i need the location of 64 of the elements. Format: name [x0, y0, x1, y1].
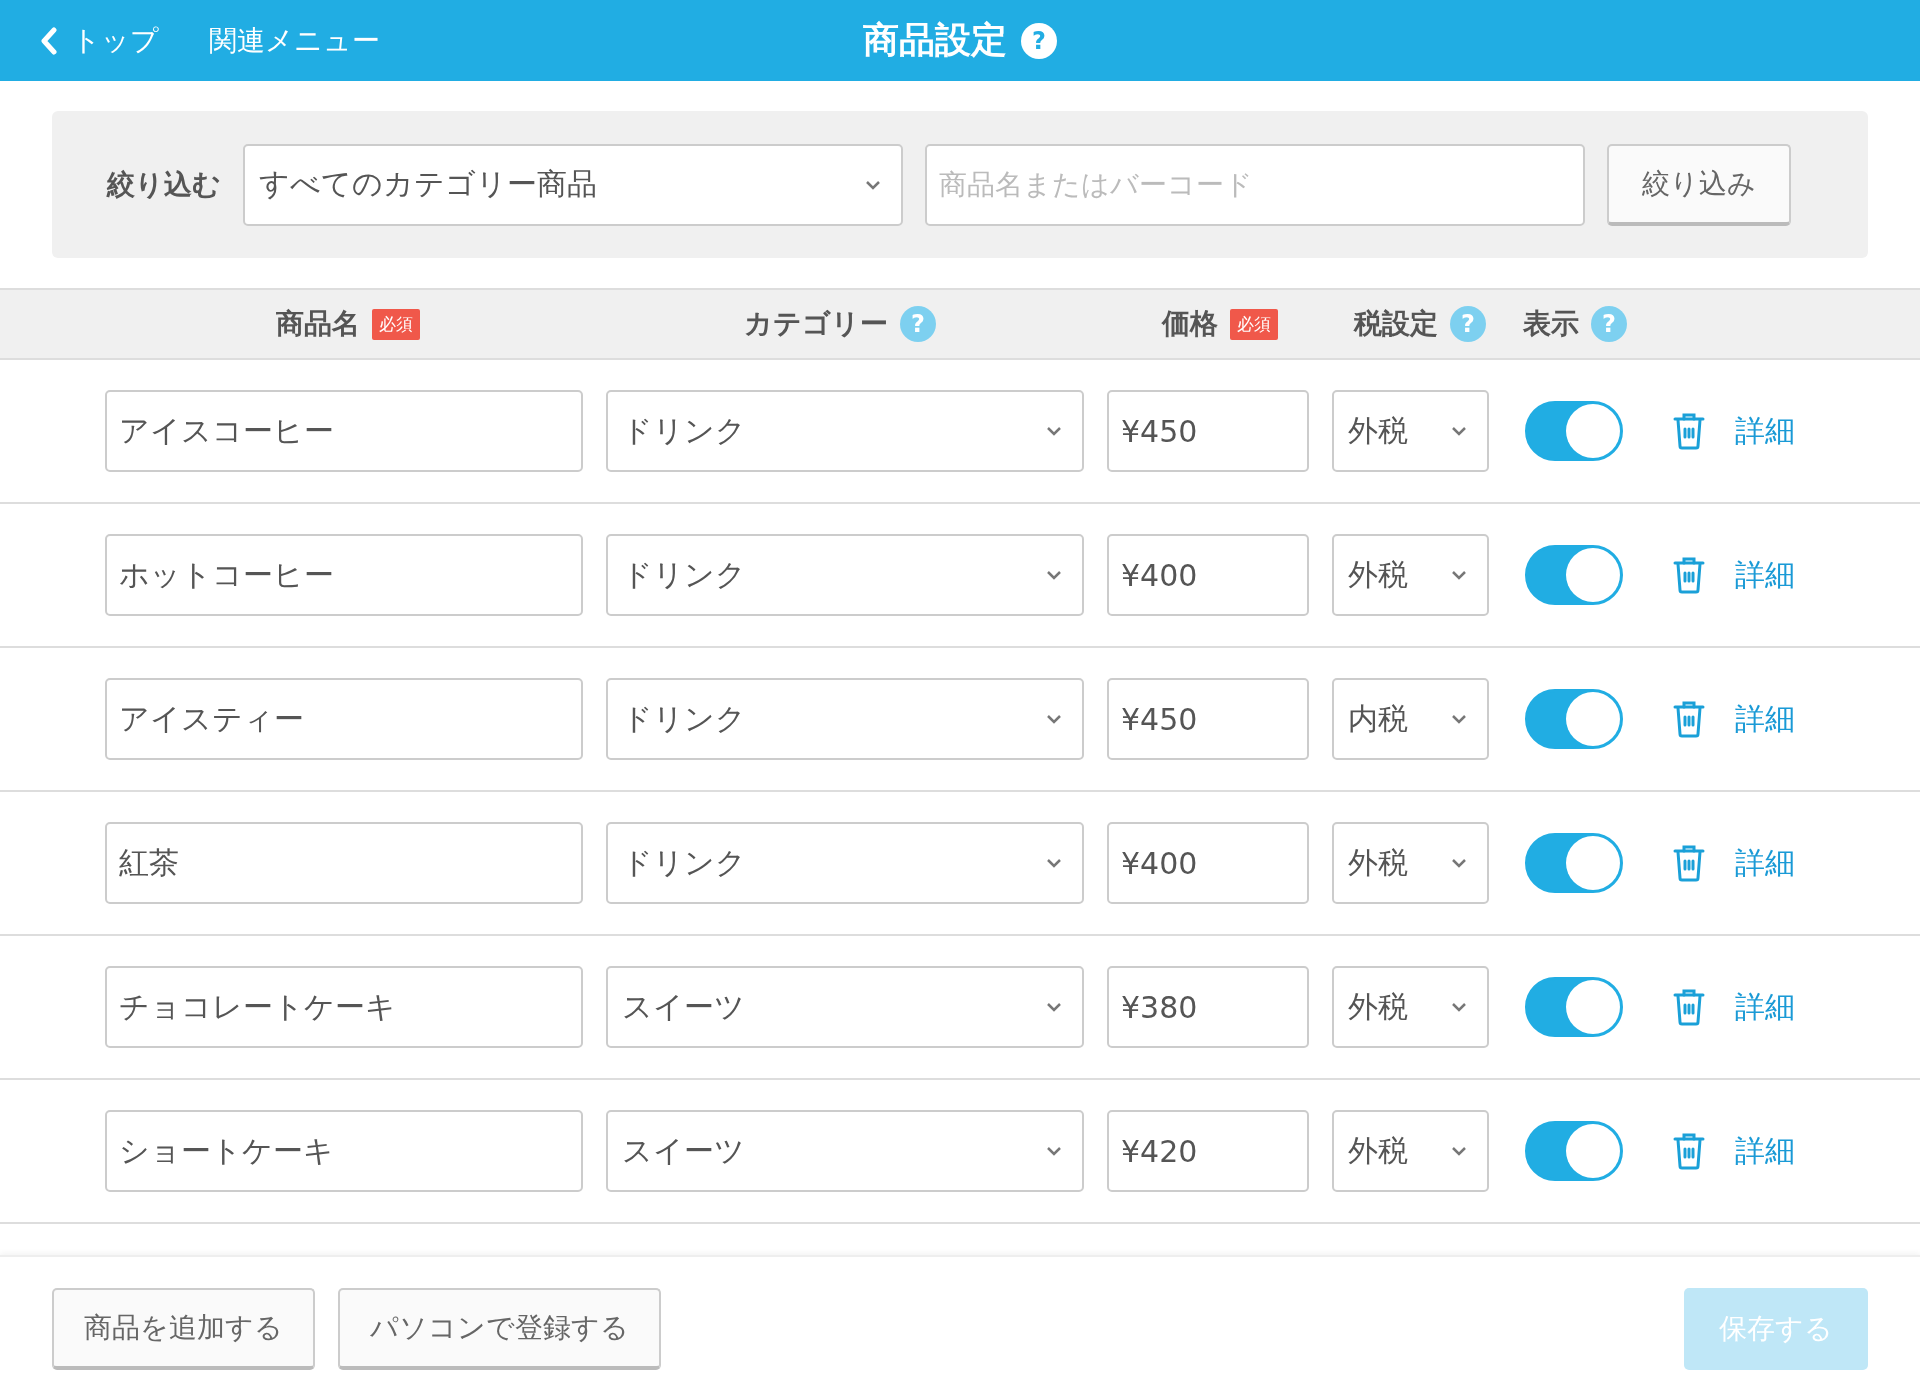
- caret-icon: [1451, 426, 1467, 436]
- tax-dropdown[interactable]: 外税: [1332, 1110, 1489, 1192]
- caret-icon: [865, 179, 881, 190]
- trash-icon[interactable]: [1673, 556, 1705, 594]
- product-name-field[interactable]: チョコレートケーキ: [105, 966, 583, 1048]
- product-name-field[interactable]: ショートケーキ: [105, 1110, 583, 1192]
- category-dropdown[interactable]: ドリンク: [606, 678, 1084, 760]
- column-header: 商品名: [276, 306, 360, 342]
- filter-button[interactable]: 絞り込み: [1607, 143, 1791, 226]
- price-field[interactable]: ¥400: [1107, 822, 1309, 904]
- price-field[interactable]: ¥380: [1107, 966, 1309, 1048]
- trash-icon[interactable]: [1673, 700, 1705, 738]
- visibility-toggle[interactable]: [1525, 833, 1623, 893]
- visibility-toggle[interactable]: [1525, 545, 1623, 605]
- visibility-toggle[interactable]: [1525, 977, 1623, 1037]
- category-dropdown[interactable]: スイーツ: [606, 966, 1084, 1048]
- filter-label: 絞り込む: [107, 166, 221, 203]
- trash-icon[interactable]: [1673, 412, 1705, 450]
- required-badge: 必須: [1230, 308, 1278, 340]
- caret-icon: [1451, 858, 1467, 868]
- caret-icon: [1046, 570, 1062, 580]
- action-button[interactable]: 商品を追加する: [52, 1287, 315, 1370]
- column-header: 価格: [1162, 306, 1218, 342]
- category-dropdown[interactable]: ドリンク: [606, 822, 1084, 904]
- caret-icon: [1046, 714, 1062, 724]
- column-header: カテゴリー: [744, 306, 888, 342]
- price-field[interactable]: ¥400: [1107, 534, 1309, 616]
- caret-icon: [1451, 714, 1467, 724]
- price-field[interactable]: ¥450: [1107, 390, 1309, 472]
- price-field[interactable]: ¥450: [1107, 678, 1309, 760]
- visibility-toggle[interactable]: [1525, 401, 1623, 461]
- caret-icon: [1451, 570, 1467, 580]
- tax-dropdown[interactable]: 外税: [1332, 822, 1489, 904]
- tax-dropdown[interactable]: 内税: [1332, 678, 1489, 760]
- product-name-field[interactable]: アイスティー: [105, 678, 583, 760]
- caret-icon: [1046, 426, 1062, 436]
- caret-icon: [1451, 1146, 1467, 1156]
- column-header: 税設定: [1354, 306, 1438, 342]
- category-dropdown[interactable]: ドリンク: [606, 534, 1084, 616]
- chevron-left-icon: [40, 26, 58, 55]
- visibility-toggle[interactable]: [1525, 1121, 1623, 1181]
- visibility-toggle[interactable]: [1525, 689, 1623, 749]
- search-field[interactable]: 商品名またはバーコード: [925, 143, 1585, 226]
- trash-icon[interactable]: [1673, 1132, 1705, 1170]
- trash-icon[interactable]: [1673, 844, 1705, 882]
- action-button[interactable]: パソコンで登録する: [338, 1287, 661, 1370]
- tax-dropdown[interactable]: 外税: [1332, 534, 1489, 616]
- caret-icon: [1046, 1146, 1062, 1156]
- column-header: 表示: [1523, 306, 1579, 342]
- product-name-field[interactable]: 紅茶: [105, 822, 583, 904]
- category-dropdown[interactable]: ドリンク: [606, 390, 1084, 472]
- required-badge: 必須: [372, 308, 420, 340]
- tax-dropdown[interactable]: 外税: [1332, 966, 1489, 1048]
- price-field[interactable]: ¥420: [1107, 1110, 1309, 1192]
- caret-icon: [1451, 1002, 1467, 1012]
- category-dropdown[interactable]: スイーツ: [606, 1110, 1084, 1192]
- caret-icon: [1046, 858, 1062, 868]
- page-title: 商品設定: [863, 18, 1007, 62]
- tax-dropdown[interactable]: 外税: [1332, 390, 1489, 472]
- caret-icon: [1046, 1002, 1062, 1012]
- product-name-field[interactable]: ホットコーヒー: [105, 534, 583, 616]
- product-name-field[interactable]: アイスコーヒー: [105, 390, 583, 472]
- category-dropdown[interactable]: すべてのカテゴリー商品: [243, 143, 903, 226]
- trash-icon[interactable]: [1673, 988, 1705, 1026]
